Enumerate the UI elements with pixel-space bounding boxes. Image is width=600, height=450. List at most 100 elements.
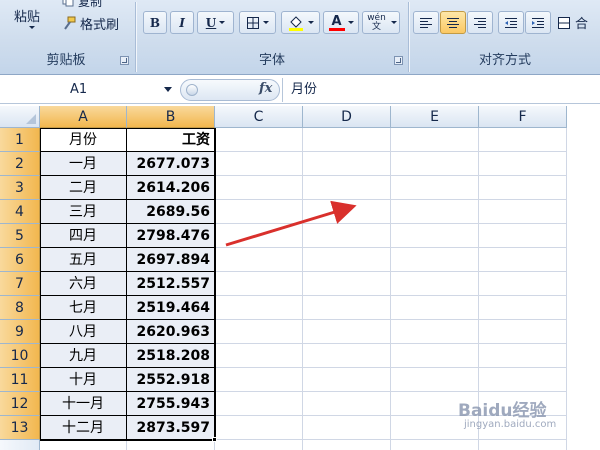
column-header-a[interactable]: A: [40, 106, 127, 128]
month-cell[interactable]: 一月: [40, 152, 127, 176]
decrease-indent-button[interactable]: [498, 11, 524, 34]
row-header[interactable]: 6: [0, 248, 40, 272]
grid-cell[interactable]: [215, 224, 303, 248]
grid-cell[interactable]: [303, 368, 391, 392]
grid-cell[interactable]: [215, 320, 303, 344]
month-cell[interactable]: 二月: [40, 176, 127, 200]
row-header[interactable]: 13: [0, 416, 40, 440]
grid-cell[interactable]: [303, 392, 391, 416]
grid-cell[interactable]: [215, 200, 303, 224]
grid-cell[interactable]: [479, 248, 567, 272]
month-cell[interactable]: 四月: [40, 224, 127, 248]
grid-cell[interactable]: [215, 176, 303, 200]
row-header[interactable]: 12: [0, 392, 40, 416]
grid-cell[interactable]: [303, 224, 391, 248]
grid-cell[interactable]: [479, 128, 567, 152]
row-header[interactable]: 1: [0, 128, 40, 152]
month-cell[interactable]: 三月: [40, 200, 127, 224]
column-header-f[interactable]: F: [479, 106, 567, 128]
grid-cell[interactable]: [303, 344, 391, 368]
grid-cell[interactable]: [479, 320, 567, 344]
grid-cell[interactable]: [391, 440, 479, 450]
salary-cell[interactable]: 2689.56: [127, 200, 215, 224]
font-launcher-icon[interactable]: [394, 56, 403, 65]
increase-indent-button[interactable]: [525, 11, 551, 34]
grid-cell[interactable]: [479, 440, 567, 450]
grid-cell[interactable]: [391, 272, 479, 296]
grid-cell[interactable]: [127, 440, 215, 450]
grid-cell[interactable]: [303, 320, 391, 344]
grid-cell[interactable]: [215, 392, 303, 416]
paste-dropdown-icon[interactable]: [29, 26, 35, 29]
formula-input[interactable]: 月份: [282, 78, 600, 102]
fill-color-button[interactable]: [281, 11, 320, 34]
grid-cell[interactable]: [215, 272, 303, 296]
salary-cell[interactable]: 2512.557: [127, 272, 215, 296]
grid-cell[interactable]: [391, 128, 479, 152]
row-header[interactable]: 3: [0, 176, 40, 200]
grid-cell[interactable]: [215, 296, 303, 320]
copy-button[interactable]: 复制: [62, 0, 102, 9]
month-cell[interactable]: 五月: [40, 248, 127, 272]
grid-cell[interactable]: [479, 224, 567, 248]
name-box-dropdown-icon[interactable]: [164, 87, 172, 92]
grid-cell[interactable]: [215, 152, 303, 176]
salary-cell[interactable]: 2697.894: [127, 248, 215, 272]
grid-cell[interactable]: [303, 416, 391, 440]
grid-cell[interactable]: [391, 152, 479, 176]
salary-cell[interactable]: 2755.943: [127, 392, 215, 416]
salary-cell[interactable]: 工资: [127, 128, 215, 152]
column-header-e[interactable]: E: [391, 106, 479, 128]
grid-cell[interactable]: [215, 368, 303, 392]
grid-cell[interactable]: [215, 416, 303, 440]
month-cell[interactable]: 八月: [40, 320, 127, 344]
insert-function-icon[interactable]: fx: [259, 81, 272, 96]
column-header-b[interactable]: B: [127, 106, 215, 128]
grid-cell[interactable]: [303, 272, 391, 296]
grid-cell[interactable]: [391, 224, 479, 248]
underline-button[interactable]: U: [197, 11, 234, 34]
salary-cell[interactable]: 2677.073: [127, 152, 215, 176]
salary-cell[interactable]: 2519.464: [127, 296, 215, 320]
grid-cell[interactable]: [391, 200, 479, 224]
grid-cell[interactable]: [391, 296, 479, 320]
month-cell[interactable]: 十月: [40, 368, 127, 392]
grid-cell[interactable]: [215, 128, 303, 152]
row-header[interactable]: 7: [0, 272, 40, 296]
month-cell[interactable]: 月份: [40, 128, 127, 152]
salary-cell[interactable]: 2798.476: [127, 224, 215, 248]
grid-cell[interactable]: [303, 128, 391, 152]
salary-cell[interactable]: 2620.963: [127, 320, 215, 344]
name-box[interactable]: A1: [0, 78, 178, 102]
grid-cell[interactable]: [391, 248, 479, 272]
row-header[interactable]: 4: [0, 200, 40, 224]
month-cell[interactable]: 十二月: [40, 416, 127, 440]
column-header-c[interactable]: C: [215, 106, 303, 128]
month-cell[interactable]: 十一月: [40, 392, 127, 416]
month-cell[interactable]: 七月: [40, 296, 127, 320]
fill-handle[interactable]: [212, 437, 217, 442]
grid-cell[interactable]: [479, 296, 567, 320]
grid-cell[interactable]: [479, 200, 567, 224]
grid-cell[interactable]: [479, 152, 567, 176]
salary-cell[interactable]: 2873.597: [127, 416, 215, 440]
align-right-button[interactable]: [467, 11, 493, 34]
merge-center-button[interactable]: 合: [557, 11, 588, 34]
row-header[interactable]: 8: [0, 296, 40, 320]
format-painter-button[interactable]: 格式刷: [62, 14, 119, 33]
grid-cell[interactable]: [215, 440, 303, 450]
bold-button[interactable]: B: [143, 11, 167, 34]
clipboard-launcher-icon[interactable]: [120, 56, 129, 65]
grid-cell[interactable]: [391, 320, 479, 344]
column-header-d[interactable]: D: [303, 106, 391, 128]
grid-cell[interactable]: [479, 272, 567, 296]
month-cell[interactable]: 九月: [40, 344, 127, 368]
grid-cell[interactable]: [391, 368, 479, 392]
grid-cell[interactable]: [479, 344, 567, 368]
grid-cell[interactable]: [303, 200, 391, 224]
select-all-button[interactable]: [0, 106, 40, 128]
align-center-button[interactable]: [440, 11, 466, 34]
phonetic-guide-button[interactable]: wén 文: [362, 11, 400, 34]
grid-cell[interactable]: [303, 248, 391, 272]
font-color-button[interactable]: A: [323, 11, 359, 34]
